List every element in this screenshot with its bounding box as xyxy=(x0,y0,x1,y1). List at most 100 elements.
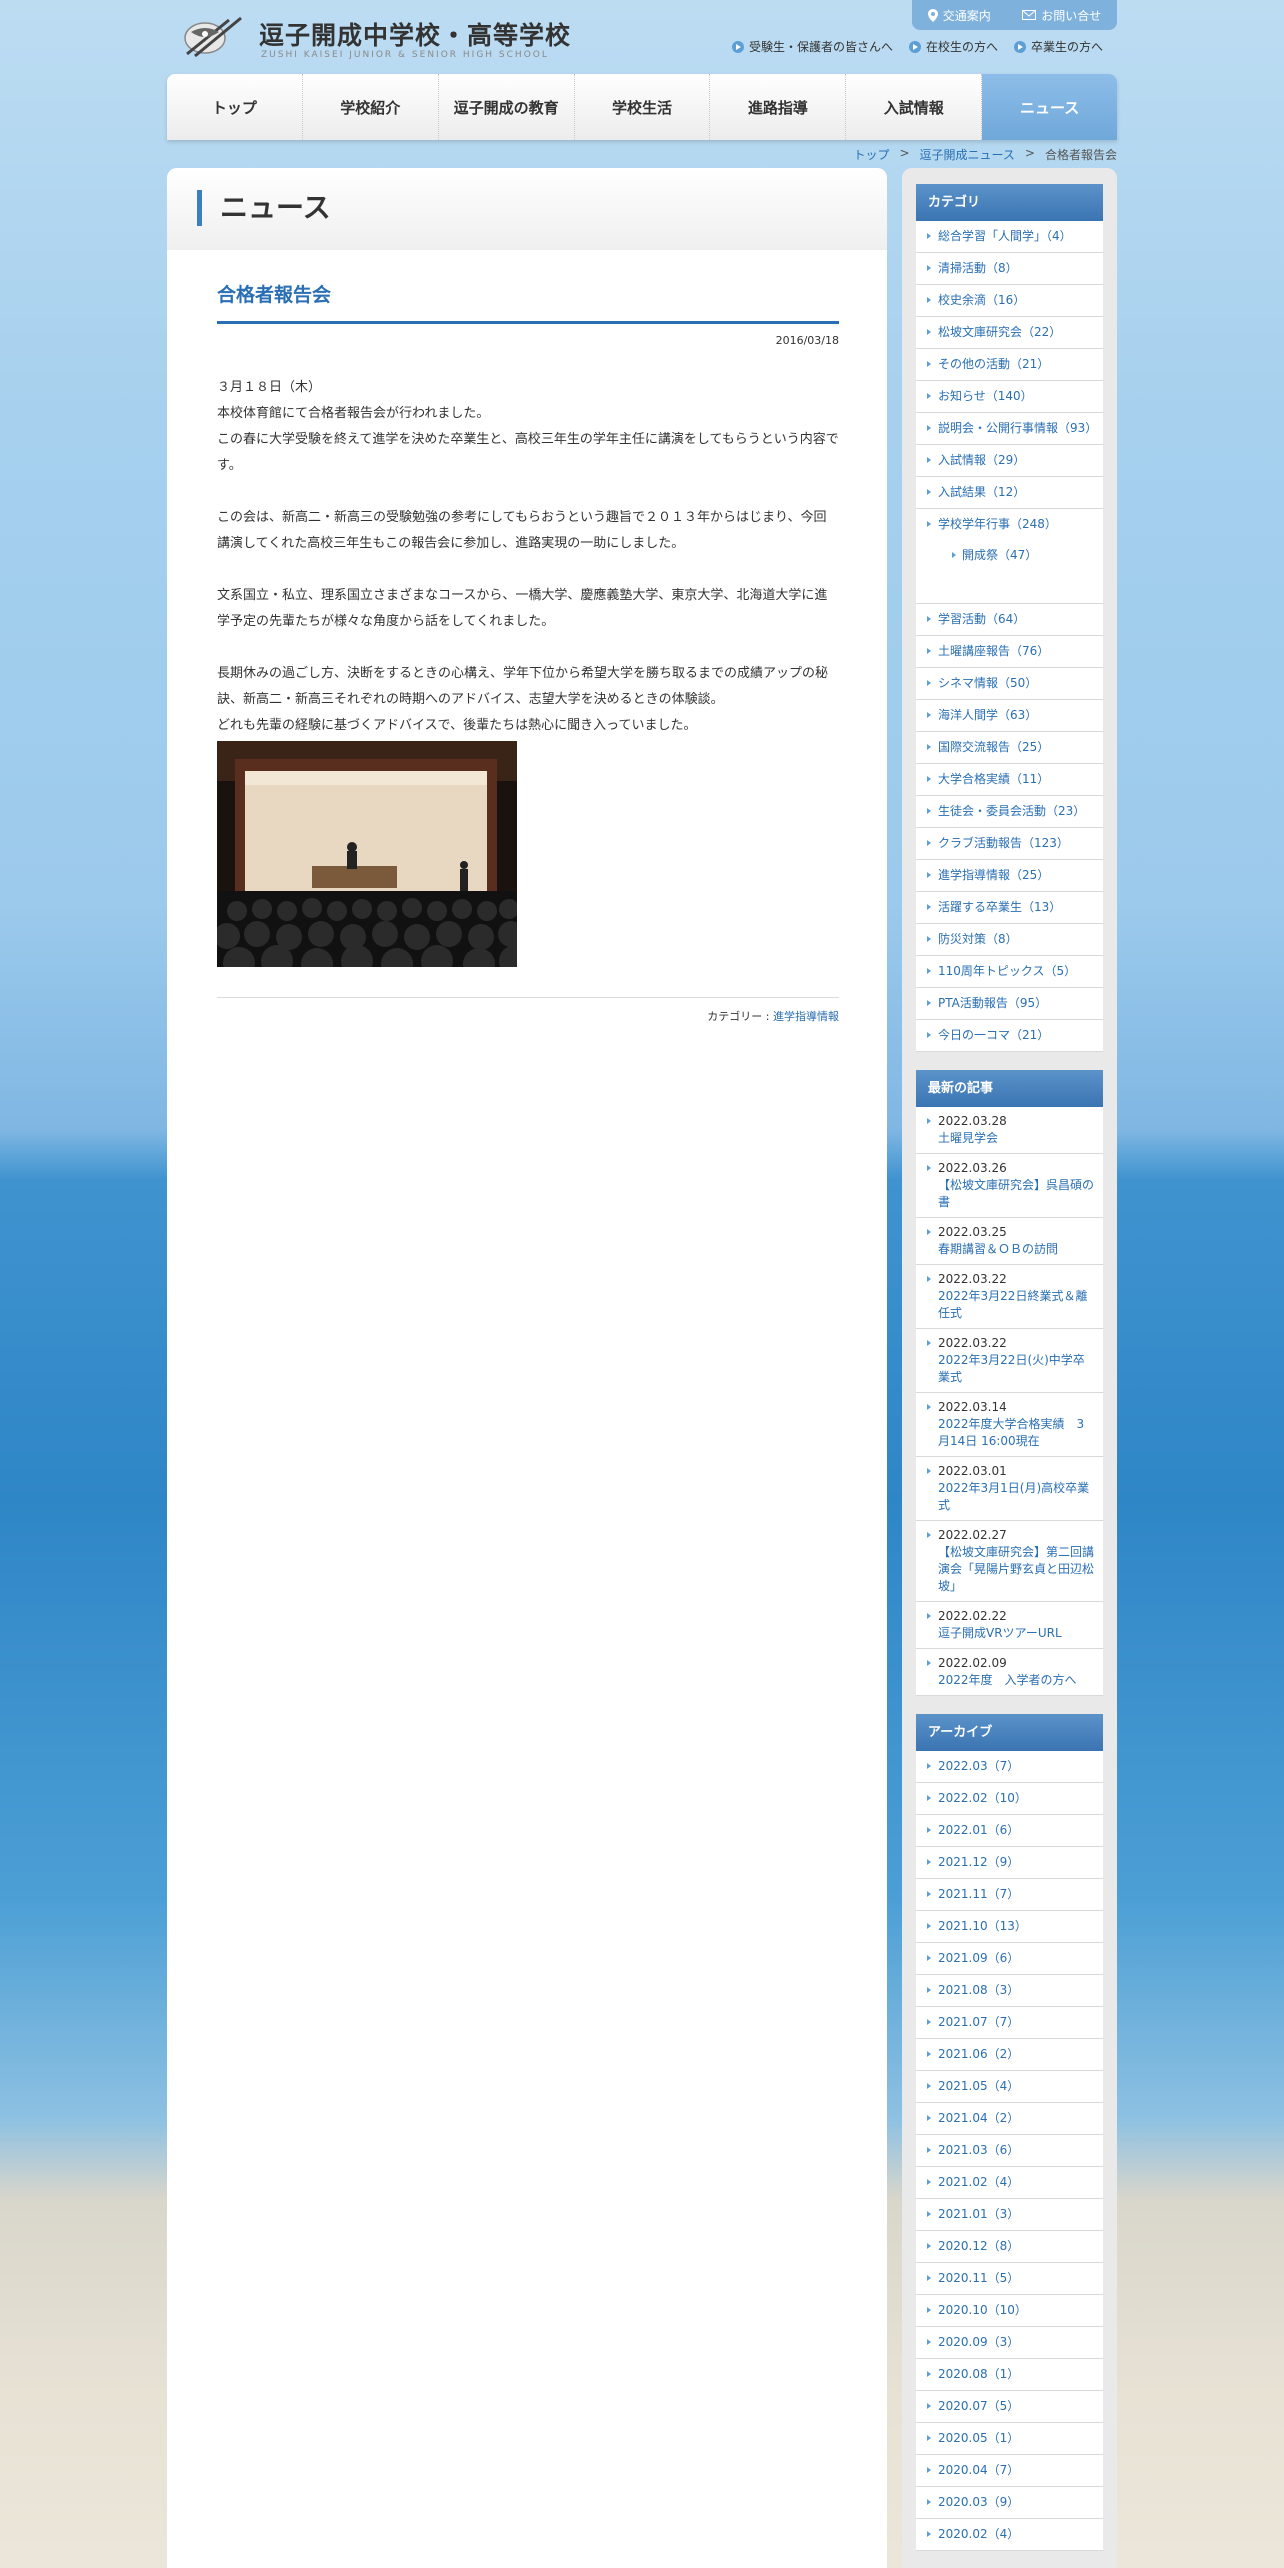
recent-post-date: 2022.03.22 xyxy=(938,1336,1007,1350)
recent-post[interactable]: 2022.03.14 2022年度大学合格実績 3月14日 16:00現在 xyxy=(916,1393,1103,1457)
sidebar: カテゴリ 総合学習「人間学」（4） 清掃活動（8） 校史余滴（16） 松坡文庫研… xyxy=(902,168,1117,2568)
archive-item[interactable]: 2020.04（7） xyxy=(916,2455,1103,2487)
archive-item[interactable]: 2021.12（9） xyxy=(916,1847,1103,1879)
archive-item[interactable]: 2021.03（6） xyxy=(916,2135,1103,2167)
archive-item[interactable]: 2020.03（9） xyxy=(916,2487,1103,2519)
recent-post-title[interactable]: 2022年度大学合格実績 3月14日 16:00現在 xyxy=(938,1416,1095,1450)
category-item[interactable]: その他の活動（21） xyxy=(916,349,1103,381)
archive-item[interactable]: 2020.12（8） xyxy=(916,2231,1103,2263)
nav-career[interactable]: 進路指導 xyxy=(710,74,847,140)
recent-post-title[interactable]: 春期講習＆ＯＢの訪問 xyxy=(938,1241,1095,1258)
breadcrumb-news[interactable]: 逗子開成ニュース xyxy=(920,146,1015,163)
archive-item[interactable]: 2020.11（5） xyxy=(916,2263,1103,2295)
article-paragraph: 本校体育館にて合格者報告会が行われました。 xyxy=(217,406,490,421)
archive-item[interactable]: 2021.11（7） xyxy=(916,1879,1103,1911)
recent-post-title[interactable]: 【松坡文庫研究会】第二回講演会「晃陽片野玄貞と田辺松坡」 xyxy=(938,1544,1095,1595)
archive-item[interactable]: 2021.07（7） xyxy=(916,2007,1103,2039)
category-item[interactable]: 松坡文庫研究会（22） xyxy=(916,317,1103,349)
category-item[interactable]: PTA活動報告（95） xyxy=(916,988,1103,1020)
category-item[interactable]: 学習活動（64） xyxy=(916,604,1103,636)
archive-item[interactable]: 2022.02（10） xyxy=(916,1783,1103,1815)
news-article: 合格者報告会 2016/03/18 ３月１８日（木） 本校体育館にて合格者報告会… xyxy=(217,280,839,1024)
recent-post[interactable]: 2022.03.22 2022年3月22日終業式＆離任式 xyxy=(916,1265,1103,1329)
recent-post-title[interactable]: 土曜見学会 xyxy=(938,1130,1095,1147)
recent-post[interactable]: 2022.03.25 春期講習＆ＯＢの訪問 xyxy=(916,1218,1103,1265)
recent-post-title[interactable]: 逗子開成VRツアーURL xyxy=(938,1625,1095,1642)
category-item[interactable]: 校史余滴（16） xyxy=(916,285,1103,317)
recent-post[interactable]: 2022.03.01 2022年3月1日(月)高校卒業式 xyxy=(916,1457,1103,1521)
archive-item[interactable]: 2020.10（10） xyxy=(916,2295,1103,2327)
archive-item[interactable]: 2020.08（1） xyxy=(916,2359,1103,2391)
category-label: カテゴリー : xyxy=(707,1010,770,1023)
category-item[interactable]: 入試情報（29） xyxy=(916,445,1103,477)
archive-item[interactable]: 2021.04（2） xyxy=(916,2103,1103,2135)
archive-item[interactable]: 2020.09（3） xyxy=(916,2327,1103,2359)
archive-item[interactable]: 2021.08（3） xyxy=(916,1975,1103,2007)
category-item[interactable]: 進学指導情報（25） xyxy=(916,860,1103,892)
breadcrumb-top[interactable]: トップ xyxy=(853,146,889,163)
archive-item[interactable]: 2021.06（2） xyxy=(916,2039,1103,2071)
category-item[interactable]: 活躍する卒業生（13） xyxy=(916,892,1103,924)
audience-link-students[interactable]: 在校生の方へ xyxy=(908,38,998,55)
category-item[interactable]: 国際交流報告（25） xyxy=(916,732,1103,764)
archive-item[interactable]: 2021.05（4） xyxy=(916,2071,1103,2103)
category-item[interactable]: 学校学年行事（248） xyxy=(916,509,1103,540)
recent-post[interactable]: 2022.02.22 逗子開成VRツアーURL xyxy=(916,1602,1103,1649)
category-link[interactable]: 進学指導情報 xyxy=(773,1010,839,1023)
article-paragraph: この春に大学受験を終えて進学を決めた卒業生と、高校三年生の学年主任に講演をしても… xyxy=(217,432,839,473)
recent-post[interactable]: 2022.03.26 【松坡文庫研究会】呉昌碩の書 xyxy=(916,1154,1103,1218)
category-heading: カテゴリ xyxy=(916,184,1103,221)
category-item[interactable]: 110周年トピックス（5） xyxy=(916,956,1103,988)
arrow-bullet-icon xyxy=(731,40,744,53)
recent-post-title[interactable]: 2022年3月1日(月)高校卒業式 xyxy=(938,1480,1095,1514)
recent-post-date: 2022.03.25 xyxy=(938,1225,1007,1239)
archive-item[interactable]: 2020.02（4） xyxy=(916,2519,1103,2551)
school-logo[interactable]: 逗子開成中学校・高等学校 ZUSHI KAISEI JUNIOR & SENIO… xyxy=(183,12,570,62)
audience-link-alumni[interactable]: 卒業生の方へ xyxy=(1013,38,1103,55)
category-item[interactable]: 防災対策（8） xyxy=(916,924,1103,956)
logo-subtitle: ZUSHI KAISEI JUNIOR & SENIOR HIGH SCHOOL xyxy=(261,50,549,60)
archive-item[interactable]: 2020.05（1） xyxy=(916,2423,1103,2455)
category-subitem[interactable]: 開成祭（47） xyxy=(916,540,1103,564)
category-item[interactable]: クラブ活動報告（123） xyxy=(916,828,1103,860)
category-item[interactable]: 入試結果（12） xyxy=(916,477,1103,509)
category-item[interactable]: 土曜講座報告（76） xyxy=(916,636,1103,668)
access-link[interactable]: 交通案内 xyxy=(927,7,991,24)
category-item[interactable]: 大学合格実績（11） xyxy=(916,764,1103,796)
archive-item[interactable]: 2022.01（6） xyxy=(916,1815,1103,1847)
archive-item[interactable]: 2021.02（4） xyxy=(916,2167,1103,2199)
archive-item[interactable]: 2021.01（3） xyxy=(916,2199,1103,2231)
category-item[interactable]: 総合学習「人間学」（4） xyxy=(916,221,1103,253)
recent-post[interactable]: 2022.03.22 2022年3月22日(火)中学卒業式 xyxy=(916,1329,1103,1393)
category-item[interactable]: 清掃活動（8） xyxy=(916,253,1103,285)
nav-school-life[interactable]: 学校生活 xyxy=(575,74,711,140)
archive-item[interactable]: 2021.09（6） xyxy=(916,1943,1103,1975)
archive-item[interactable]: 2021.10（13） xyxy=(916,1911,1103,1943)
recent-post[interactable]: 2022.02.27 【松坡文庫研究会】第二回講演会「晃陽片野玄貞と田辺松坡」 xyxy=(916,1521,1103,1602)
recent-post-title[interactable]: 2022年3月22日終業式＆離任式 xyxy=(938,1288,1095,1322)
category-item[interactable]: 海洋人間学（63） xyxy=(916,700,1103,732)
archive-item[interactable]: 2020.07（5） xyxy=(916,2391,1103,2423)
arrow-bullet-icon xyxy=(1013,40,1026,53)
contact-link[interactable]: お問い合せ xyxy=(1022,7,1101,24)
archive-item[interactable]: 2022.03（7） xyxy=(916,1751,1103,1783)
audience-link-applicants[interactable]: 受験生・保護者の皆さんへ xyxy=(731,38,893,55)
recent-post[interactable]: 2022.02.09 2022年度 入学者の方へ xyxy=(916,1649,1103,1696)
archive-list: 2022.03（7） 2022.02（10） 2022.01（6） 2021.1… xyxy=(916,1751,1103,2551)
recent-post-title[interactable]: 【松坡文庫研究会】呉昌碩の書 xyxy=(938,1177,1095,1211)
nav-admissions[interactable]: 入試情報 xyxy=(846,74,983,140)
nav-top[interactable]: トップ xyxy=(167,74,303,140)
recent-post[interactable]: 2022.03.28 土曜見学会 xyxy=(916,1107,1103,1154)
category-item[interactable]: 説明会・公開行事情報（93） xyxy=(916,413,1103,445)
nav-education[interactable]: 逗子開成の教育 xyxy=(439,74,575,140)
category-item[interactable]: シネマ情報（50） xyxy=(916,668,1103,700)
audience-nav: 受験生・保護者の皆さんへ 在校生の方へ 卒業生の方へ xyxy=(731,38,1103,55)
category-item[interactable]: お知らせ（140） xyxy=(916,381,1103,413)
recent-post-title[interactable]: 2022年3月22日(火)中学卒業式 xyxy=(938,1352,1095,1386)
recent-post-title[interactable]: 2022年度 入学者の方へ xyxy=(938,1672,1095,1689)
category-item[interactable]: 今日の一コマ（21） xyxy=(916,1020,1103,1052)
nav-news[interactable]: ニュース xyxy=(982,74,1118,140)
nav-about[interactable]: 学校紹介 xyxy=(303,74,439,140)
category-item[interactable]: 生徒会・委員会活動（23） xyxy=(916,796,1103,828)
